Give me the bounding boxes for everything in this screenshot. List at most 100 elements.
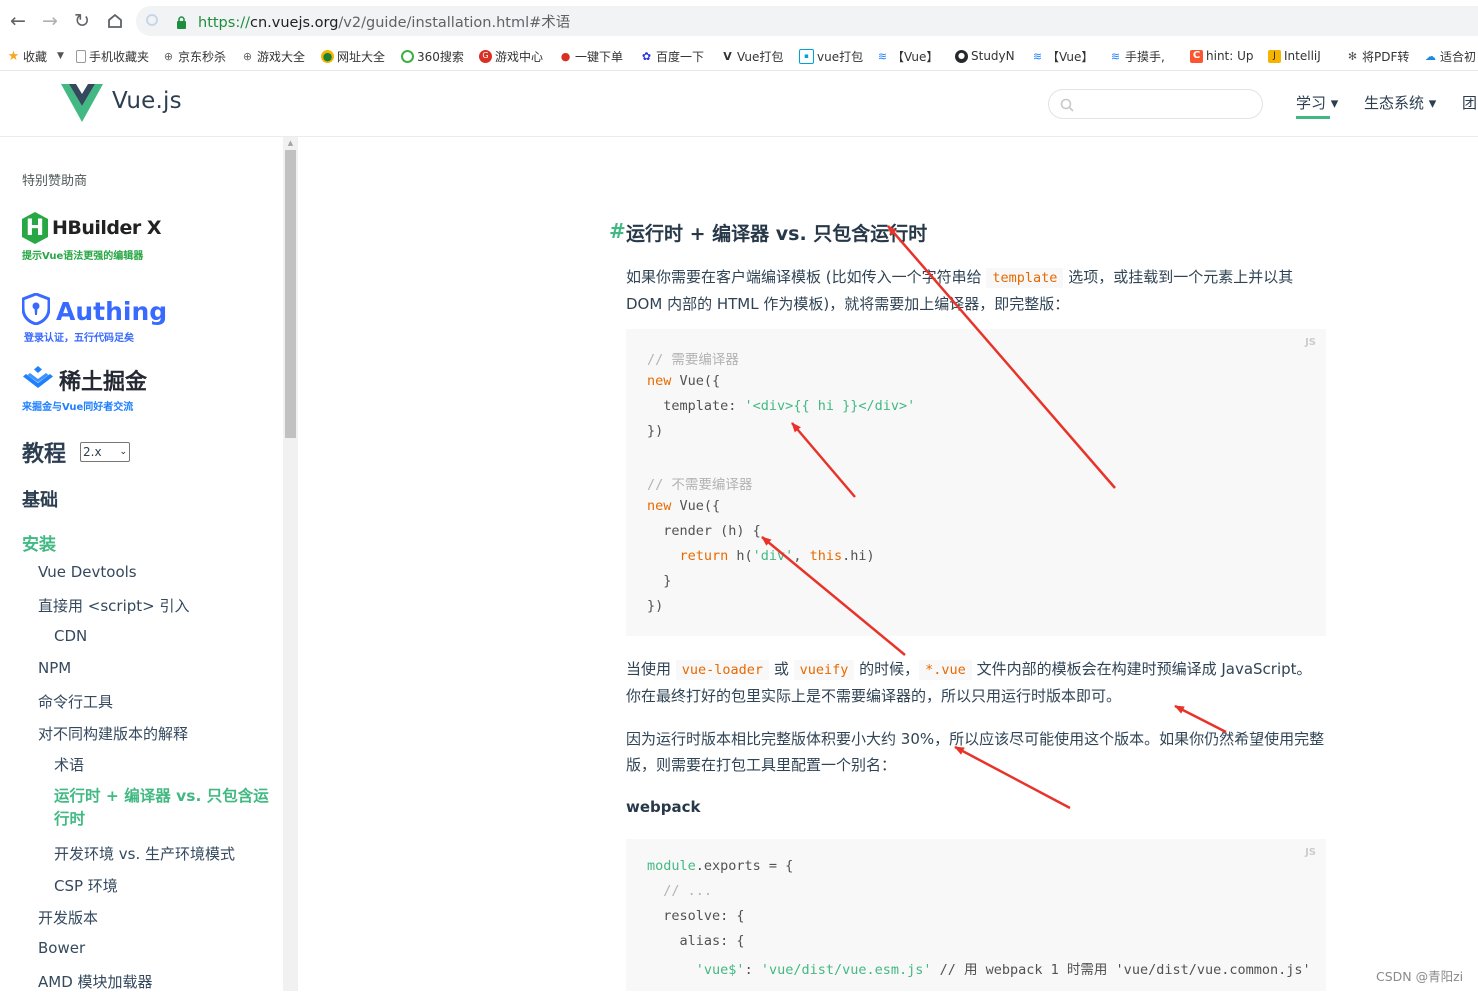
code-string: '<div>{{ hi }}</div>' xyxy=(744,398,916,414)
search-360-icon xyxy=(401,49,414,63)
bookmark-item[interactable]: G 游戏中心 xyxy=(479,47,543,65)
intellij-icon: J xyxy=(1268,49,1281,63)
nav-ecosystem[interactable]: 生态系统 ▾ xyxy=(1364,92,1436,113)
search-input[interactable] xyxy=(1048,89,1263,119)
version-select[interactable]: 2.x ⌄ xyxy=(80,442,130,462)
globe-icon: ⊕ xyxy=(163,49,174,63)
sidebar-item-npm[interactable]: NPM xyxy=(38,659,71,677)
bookmark-item[interactable]: ≋ 【Vue】 xyxy=(1031,47,1094,65)
sidebar-item-install[interactable]: 安装 xyxy=(22,530,56,555)
site-logo-text[interactable]: Vue.js xyxy=(112,88,182,114)
sidebar-scroll-thumb[interactable] xyxy=(285,150,296,438)
url-host: cn.vuejs.org xyxy=(249,15,339,31)
page-section-heading: 运行时 + 编译器 vs. 只包含运行时 xyxy=(626,223,928,245)
bookmark-label: 京东秒杀 xyxy=(178,49,227,64)
bookmark-favorites[interactable]: ★ 收藏 ▼ xyxy=(7,47,64,65)
sidebar-item-cdn[interactable]: CDN xyxy=(54,627,87,645)
code-language-label: JS xyxy=(1305,847,1316,858)
inline-code: vue-loader xyxy=(675,660,770,680)
juejin-icon: ≋ xyxy=(1110,49,1121,63)
bookmark-item[interactable]: ⊕ 京东秒杀 xyxy=(162,47,226,65)
code-line: resolve: { xyxy=(647,908,745,924)
code-string: 'div' xyxy=(752,548,794,564)
sidebar-item-script[interactable]: 直接用 <script> 引入 xyxy=(38,595,189,616)
sidebar-item-runtime-compiler[interactable]: 运行时 + 编译器 vs. 只包含运行时 xyxy=(54,785,274,831)
bookmark-label: 收藏 xyxy=(23,49,48,64)
sponsor-juejin[interactable]: 稀土掘金 来掘金与Vue同好者交流 xyxy=(22,364,147,413)
inline-code: vueify xyxy=(793,660,855,680)
site-icon: ● xyxy=(321,49,334,63)
forward-icon[interactable]: → xyxy=(37,8,63,34)
juejin-logo-icon xyxy=(22,365,54,395)
baidu-paw-icon: ✿ xyxy=(641,49,652,63)
site-info-icon[interactable] xyxy=(146,14,158,26)
sponsor-name: Authing xyxy=(56,296,168,326)
heading-anchor-link[interactable]: # xyxy=(609,219,626,243)
chevron-down-icon: ▼ xyxy=(57,51,64,61)
sidebar-item-cli[interactable]: 命令行工具 xyxy=(38,691,113,712)
url-text[interactable]: https://cn.vuejs.org/v2/guide/installati… xyxy=(198,11,570,32)
juejin-icon: ≋ xyxy=(877,49,888,63)
sidebar-item-bower[interactable]: Bower xyxy=(38,939,85,957)
bookmark-item[interactable]: J IntelliJ xyxy=(1268,47,1321,65)
bookmark-label: 手机收藏夹 xyxy=(89,49,150,64)
search-icon xyxy=(1060,97,1074,116)
bookmark-label: 360搜索 xyxy=(417,49,464,64)
bookmark-item[interactable]: ● 一键下单 xyxy=(559,47,623,65)
github-icon: ● xyxy=(955,49,968,63)
code-line: } xyxy=(647,573,672,589)
basics-heading: 基础 xyxy=(22,490,58,511)
text: 或 xyxy=(769,660,794,678)
bookmark-item[interactable]: ☁ 适合初 xyxy=(1424,47,1476,65)
bookmark-item[interactable]: ▪ vue打包 xyxy=(799,47,863,65)
sidebar-item-dev-vs-prod[interactable]: 开发环境 vs. 生产环境模式 xyxy=(54,843,235,864)
nav-team[interactable]: 团 xyxy=(1462,92,1477,113)
nav-learn[interactable]: 学习 ▾ xyxy=(1296,92,1338,113)
hbuilder-logo-icon: H xyxy=(22,212,48,244)
sponsor-tagline: 登录认证，五行代码足矣 xyxy=(24,333,134,344)
version-selected-value: 2.x xyxy=(83,445,102,459)
code-string: module xyxy=(647,858,696,874)
bookmark-item[interactable]: ⊕ 游戏大全 xyxy=(241,47,305,65)
bookmark-label: 将PDF转 xyxy=(1362,49,1410,64)
sponsor-title: 特别赞助商 xyxy=(22,174,88,189)
bookmark-item[interactable]: V Vue打包 xyxy=(721,47,783,65)
code-line: module.exports = { xyxy=(647,858,793,874)
bookmark-item[interactable]: ● StudyN xyxy=(955,47,1015,65)
game-icon: G xyxy=(479,49,492,63)
code-text: Vue({ xyxy=(671,498,721,514)
sidebar-item-amd[interactable]: AMD 模块加载器 xyxy=(38,971,153,992)
bookmark-item[interactable]: Chint: Up xyxy=(1190,47,1254,65)
sidebar-item-csp[interactable]: CSP 环境 xyxy=(54,875,118,896)
nav-active-underline xyxy=(1296,116,1330,119)
bookmark-item[interactable]: 手机收藏夹 xyxy=(76,47,149,65)
home-icon[interactable] xyxy=(102,8,128,34)
bookmark-item[interactable]: ≋ 【Vue】 xyxy=(876,47,939,65)
bookmark-item[interactable]: 360搜索 xyxy=(401,47,464,65)
code-text: h( xyxy=(728,548,753,564)
bookmark-item[interactable]: ≋ 手摸手, xyxy=(1109,47,1165,65)
code-text: , xyxy=(793,548,810,564)
back-icon[interactable]: ← xyxy=(5,8,31,34)
sponsor-authing[interactable]: Authing 登录认证，五行代码足矣 xyxy=(21,292,168,344)
vue-logo-icon[interactable] xyxy=(61,84,103,126)
bookmark-label: 网址大全 xyxy=(337,49,386,64)
juejin-icon: ≋ xyxy=(1032,49,1043,63)
bookmark-label: 【Vue】 xyxy=(1047,49,1094,64)
bookmark-item[interactable]: ● 网址大全 xyxy=(321,47,385,65)
sidebar-item-devtools[interactable]: Vue Devtools xyxy=(38,563,137,581)
code-text: .exports = { xyxy=(695,858,794,874)
code-block: JS module.exports = { // ... resolve: { … xyxy=(626,839,1326,991)
scroll-up-icon[interactable]: ▲ xyxy=(285,139,296,148)
bookmark-item[interactable]: ✻ 将PDF转 xyxy=(1346,47,1410,65)
inline-code: *.vue xyxy=(919,660,972,680)
reload-icon[interactable]: ↻ xyxy=(69,8,95,34)
sidebar-item-dev-build[interactable]: 开发版本 xyxy=(38,907,98,928)
bookmark-label: Vue打包 xyxy=(737,49,784,64)
sidebar-item-builds[interactable]: 对不同构建版本的解释 xyxy=(38,723,188,744)
code-comment: // ... xyxy=(647,883,713,899)
sidebar-item-terms[interactable]: 术语 xyxy=(54,754,84,775)
bookmark-item[interactable]: ✿ 百度一下 xyxy=(640,47,704,65)
code-text: : xyxy=(744,962,761,978)
sponsor-hbuilderx[interactable]: H HBuilder X 提示Vue语法更强的编辑器 xyxy=(22,212,162,262)
